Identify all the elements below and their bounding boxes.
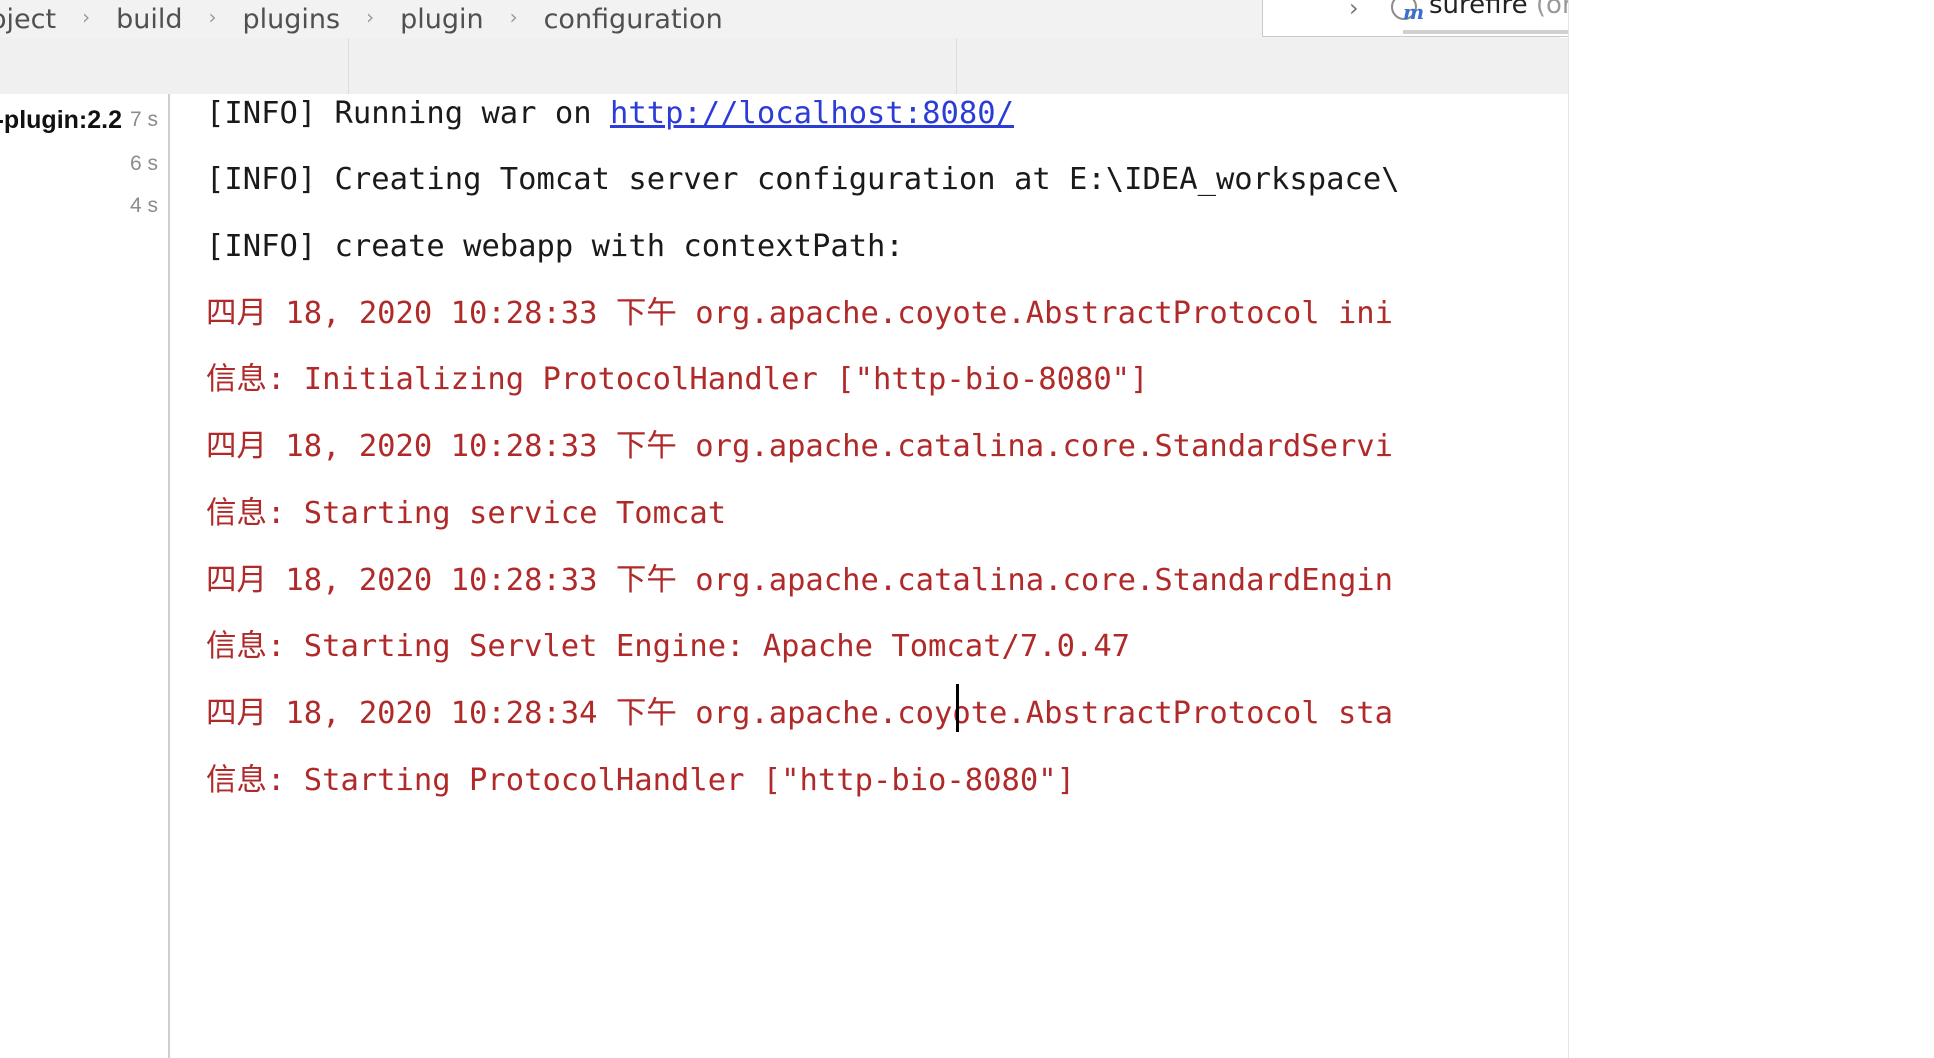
console-line: [INFO] Creating Tomcat server configurat…: [206, 162, 1400, 197]
run-toolbar: [0, 38, 1568, 95]
breadcrumb-separator-icon: ›: [509, 5, 518, 29]
text-caret: [956, 684, 959, 732]
console-line: 信息: Starting Servlet Engine: Apache Tomc…: [206, 629, 1131, 664]
console-line: 信息: Starting service Tomcat: [206, 496, 727, 531]
chevron-right-icon[interactable]: ›: [1349, 0, 1359, 22]
build-tree: -plugin:2.2 7 s 6 s 4 s: [0, 94, 170, 1058]
breadcrumb-item-plugin[interactable]: plugin: [400, 4, 484, 35]
build-tree-row-time: 7 s: [129, 108, 158, 131]
breadcrumb-separator-icon: ›: [82, 5, 91, 29]
build-tree-row-time: 4 s: [129, 194, 158, 217]
breadcrumb-item-plugins[interactable]: plugins: [242, 4, 340, 35]
maven-item-suffix: (org: [1535, 0, 1569, 20]
console-line: 四月 18, 2020 10:28:34 下午 org.apache.coyot…: [206, 696, 1394, 731]
breadcrumb-item-project[interactable]: oject: [0, 4, 56, 35]
console-line: 四月 18, 2020 10:28:33 下午 org.apache.catal…: [206, 563, 1394, 598]
toolbar-divider: [956, 38, 957, 94]
breadcrumb-separator-icon: ›: [208, 5, 217, 29]
build-tree-row-time: 6 s: [129, 152, 158, 175]
maven-tree-next-row: [1403, 30, 1569, 34]
breadcrumb-item-build[interactable]: build: [116, 4, 182, 35]
maven-plugin-icon-letter: m: [1403, 0, 1425, 24]
build-tree-row[interactable]: 4 s: [0, 184, 166, 226]
toolbar-divider: [348, 38, 349, 94]
console-line: 信息: Starting ProtocolHandler ["http-bio-…: [206, 763, 1075, 798]
console-line-text: [INFO] Running war on: [206, 96, 610, 131]
breadcrumb-items: oject › build › plugins › plugin › confi…: [0, 0, 723, 38]
console-line: 四月 18, 2020 10:28:33 下午 org.apache.catal…: [206, 429, 1394, 464]
console-line: 信息: Initializing ProtocolHandler ["http-…: [206, 362, 1149, 397]
build-tree-row[interactable]: -plugin:2.2 7 s: [0, 98, 166, 140]
maven-item-name: surefire: [1429, 0, 1528, 20]
breadcrumb-separator-icon: ›: [366, 5, 375, 29]
console-line: [INFO] create webapp with contextPath:: [206, 229, 904, 264]
window-background: [1568, 0, 1934, 1058]
build-tree-row-label: -plugin:2.2: [0, 106, 122, 134]
maven-tree-item-surefire[interactable]: › m surefire (org: [1262, 0, 1569, 37]
localhost-link[interactable]: http://localhost:8080/: [610, 96, 1014, 131]
maven-item-label: surefire (org: [1429, 0, 1569, 20]
build-tree-row[interactable]: 6 s: [0, 142, 166, 184]
console-line: [INFO] Running war on http://localhost:8…: [206, 94, 1014, 134]
console-output[interactable]: [INFO] Running war on http://localhost:8…: [170, 94, 1568, 1058]
console-line: 四月 18, 2020 10:28:33 下午 org.apache.coyot…: [206, 296, 1394, 331]
breadcrumb-item-configuration[interactable]: configuration: [544, 4, 723, 35]
